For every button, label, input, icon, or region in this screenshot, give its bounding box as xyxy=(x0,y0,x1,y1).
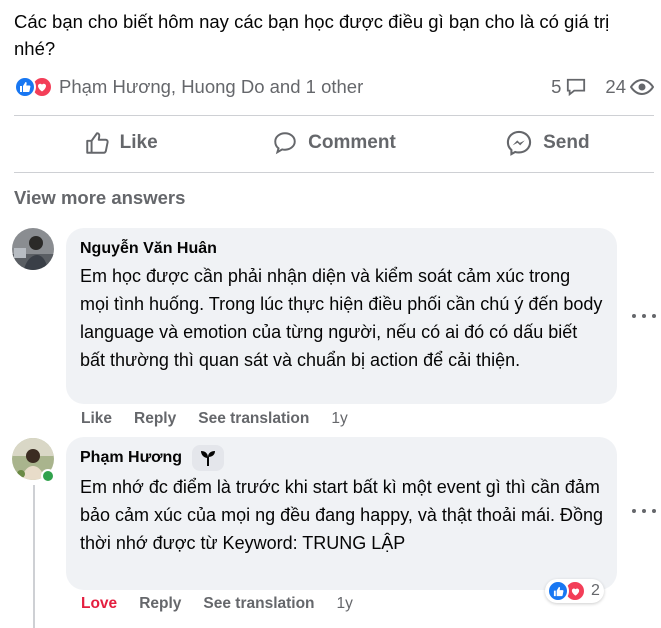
comment-author-name: Phạm Hương xyxy=(80,449,183,466)
comment-reply-button[interactable]: Reply xyxy=(139,595,181,613)
comment-button[interactable]: Comment xyxy=(227,124,440,162)
see-translation-link[interactable]: See translation xyxy=(198,410,309,428)
view-count: 24 xyxy=(605,76,654,98)
send-button-label: Send xyxy=(543,132,590,153)
view-more-answers[interactable]: View more answers xyxy=(14,187,185,209)
thread-line xyxy=(33,485,35,628)
view-count-value: 24 xyxy=(605,76,626,97)
divider xyxy=(14,115,654,116)
comment-love-button[interactable]: Love xyxy=(81,595,117,613)
post-stats: 5 24 xyxy=(551,76,654,98)
see-translation-link[interactable]: See translation xyxy=(203,595,314,613)
messenger-icon xyxy=(506,130,532,156)
thumbs-up-icon xyxy=(85,132,109,154)
comment-timestamp[interactable]: 1y xyxy=(331,410,347,428)
like-reaction-icon xyxy=(547,580,569,602)
comment-count-value: 5 xyxy=(551,76,562,97)
comment-timestamp[interactable]: 1y xyxy=(337,595,353,613)
divider xyxy=(14,172,654,173)
comment-icon xyxy=(274,132,296,155)
comment-text: Em học được cần phải nhận diện và kiểm s… xyxy=(80,266,603,370)
eye-icon xyxy=(630,78,654,96)
online-status-indicator xyxy=(41,469,55,483)
comment-bubble-icon xyxy=(567,78,586,97)
more-options-icon[interactable] xyxy=(632,311,656,321)
post-actions: Like Comment Send xyxy=(14,124,654,162)
reaction-icons[interactable] xyxy=(14,76,53,98)
reaction-count: 2 xyxy=(591,582,600,599)
comment-count[interactable]: 5 xyxy=(551,76,587,98)
send-button[interactable]: Send xyxy=(441,124,654,162)
comment-like-button[interactable]: Like xyxy=(81,410,112,428)
comment-bubble: Nguyễn Văn Huân Em học được cần phải nhậ… xyxy=(66,228,617,404)
comment-reply-button[interactable]: Reply xyxy=(134,410,176,428)
like-reaction-icon xyxy=(14,76,36,98)
avatar[interactable] xyxy=(12,228,54,270)
comment-text: Em nhớ đc điểm là trước khi start bất kì… xyxy=(80,477,603,553)
comment-button-label: Comment xyxy=(308,132,396,153)
reactions-summary: Phạm Hương, Huong Do and 1 other 5 24 xyxy=(14,74,654,100)
comment-author[interactable]: Phạm Hương xyxy=(80,445,603,471)
comment-reactions[interactable]: 2 xyxy=(545,579,604,603)
comment-bubble: Phạm Hương Em nhớ đc điểm là trước khi s… xyxy=(66,437,617,590)
post-text: Các bạn cho biết hôm nay các bạn học đượ… xyxy=(14,11,610,59)
reactor-names[interactable]: Phạm Hương, Huong Do and 1 other xyxy=(59,76,363,98)
comment-author[interactable]: Nguyễn Văn Huân xyxy=(80,238,603,260)
like-button[interactable]: Like xyxy=(14,124,227,162)
sprout-badge-icon[interactable] xyxy=(192,445,225,471)
comment-author-name: Nguyễn Văn Huân xyxy=(80,240,217,257)
comment-meta: Love Reply See translation 1y xyxy=(81,595,353,613)
more-options-icon[interactable] xyxy=(632,506,656,516)
like-button-label: Like xyxy=(119,132,158,153)
comment-meta: Like Reply See translation 1y xyxy=(81,410,348,428)
